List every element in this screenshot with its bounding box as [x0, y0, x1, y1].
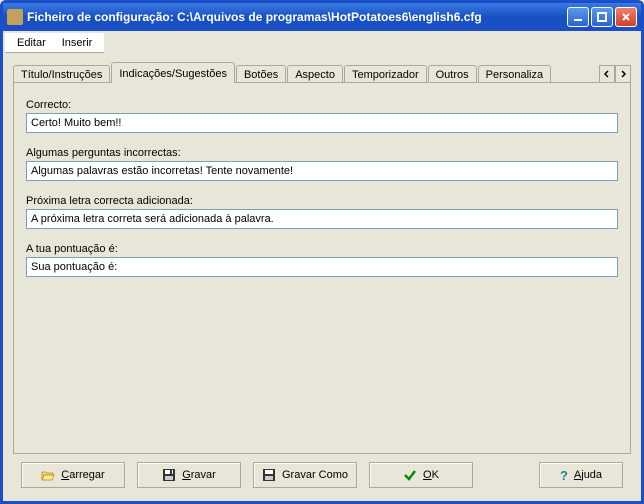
minimize-icon [571, 10, 585, 24]
content-area: Título/Instruções Indicações/Sugestões B… [3, 53, 641, 501]
label-score: A tua pontuação é: [26, 243, 618, 255]
label-wrong: Algumas perguntas incorrectas: [26, 147, 618, 159]
chevron-right-icon [619, 70, 627, 78]
load-button[interactable]: Carregar [21, 462, 125, 488]
ok-button[interactable]: OK [369, 462, 473, 488]
tab-scroll [599, 65, 631, 83]
ok-label: K [432, 469, 439, 481]
save-label: ravar [191, 469, 216, 481]
check-icon [403, 468, 417, 482]
minimize-button[interactable] [567, 7, 589, 27]
field-correct: Correcto: [26, 99, 618, 133]
config-window: Ficheiro de configuração: C:\Arquivos de… [0, 0, 644, 504]
menu-edit[interactable]: Editar [9, 35, 54, 51]
button-bar: Carregar Gravar Gravar Como OK ? Ajuda [13, 455, 631, 495]
input-correct[interactable] [26, 113, 618, 133]
app-icon [7, 9, 23, 25]
maximize-icon [595, 10, 609, 24]
input-wrong[interactable] [26, 161, 618, 181]
menubar: Editar Inserir [5, 33, 104, 53]
floppy-saveas-icon [262, 468, 276, 482]
label-correct: Correcto: [26, 99, 618, 111]
maximize-button[interactable] [591, 7, 613, 27]
input-next-letter[interactable] [26, 209, 618, 229]
load-label: arregar [69, 469, 104, 481]
help-label: juda [581, 469, 602, 481]
label-next-letter: Próxima letra correcta adicionada: [26, 195, 618, 207]
field-wrong: Algumas perguntas incorrectas: [26, 147, 618, 181]
question-icon: ? [560, 468, 568, 483]
help-button[interactable]: ? Ajuda [539, 462, 623, 488]
close-icon [619, 10, 633, 24]
saveas-label: Gravar Como [282, 469, 348, 481]
close-button[interactable] [615, 7, 637, 27]
saveas-button[interactable]: Gravar Como [253, 462, 357, 488]
save-button[interactable]: Gravar [137, 462, 241, 488]
input-score[interactable] [26, 257, 618, 277]
chevron-left-icon [603, 70, 611, 78]
titlebar[interactable]: Ficheiro de configuração: C:\Arquivos de… [3, 3, 641, 31]
tab-row: Título/Instruções Indicações/Sugestões B… [13, 61, 631, 83]
field-next-letter: Próxima letra correcta adicionada: [26, 195, 618, 229]
tab-scroll-left[interactable] [599, 65, 615, 83]
floppy-icon [162, 468, 176, 482]
field-score: A tua pontuação é: [26, 243, 618, 277]
tab-scroll-right[interactable] [615, 65, 631, 83]
folder-open-icon [41, 468, 55, 482]
tab-indications-suggestions[interactable]: Indicações/Sugestões [111, 62, 235, 83]
menu-insert[interactable]: Inserir [54, 35, 101, 51]
window-title: Ficheiro de configuração: C:\Arquivos de… [27, 10, 567, 24]
tab-panel: Correcto: Algumas perguntas incorrectas:… [13, 82, 631, 454]
window-controls [567, 7, 637, 27]
